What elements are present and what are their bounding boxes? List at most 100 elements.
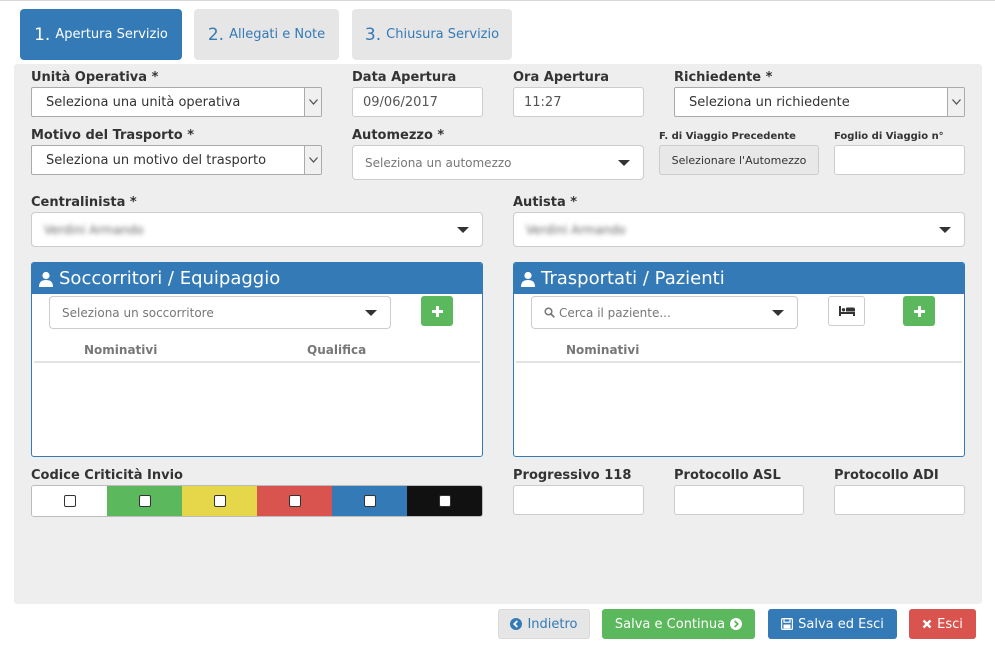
richiedente-select[interactable]: Seleziona un richiedente <box>674 87 965 117</box>
unita-operativa-select[interactable]: Seleziona una unità operativa <box>31 87 322 117</box>
chevron-down-icon <box>304 88 321 116</box>
salva-esci-button[interactable]: Salva ed Esci <box>768 609 897 639</box>
tab-number: 1. <box>34 24 51 45</box>
codice-criticita-label: Codice Criticità Invio <box>31 468 183 483</box>
top-divider <box>0 0 995 1</box>
richiedente-label: Richiedente * <box>674 70 773 85</box>
protocollo-adi-label: Protocollo ADI <box>834 468 939 483</box>
protocollo-adi-input[interactable] <box>834 485 965 515</box>
automezzo-select[interactable]: Seleziona un automezzo <box>352 145 644 180</box>
tab-allegati-note[interactable]: 2. Allegati e Note <box>194 9 339 60</box>
unita-operativa-label: Unità Operativa * <box>31 70 159 85</box>
checkbox <box>363 495 376 507</box>
trasportati-title: Trasportati / Pazienti <box>541 268 725 289</box>
tab-number: 3. <box>364 24 382 45</box>
tab-chiusura-servizio[interactable]: 3. Chiusura Servizio <box>352 9 512 60</box>
caret-down-icon <box>939 226 951 233</box>
protocollo-asl-label: Protocollo ASL <box>674 468 781 483</box>
esci-button[interactable]: Esci <box>909 609 976 639</box>
autista-value: Verdini Armando <box>526 222 626 237</box>
automezzo-label: Automezzo * <box>352 128 445 143</box>
unita-operativa-value: Seleziona una unità operativa <box>46 94 241 110</box>
ora-apertura-input[interactable]: 11:27 <box>513 87 644 117</box>
autista-select[interactable]: Verdini Armando <box>513 212 965 247</box>
user-icon <box>39 271 53 287</box>
plus-icon <box>913 305 925 317</box>
automezzo-placeholder: Seleziona un automezzo <box>365 155 512 170</box>
criticita-yellow-option[interactable] <box>182 486 257 516</box>
f-viaggio-precedente-label: F. di Viaggio Precedente <box>659 131 796 142</box>
richiedente-value: Seleziona un richiedente <box>689 94 850 110</box>
tab-label: Chiusura Servizio <box>386 27 500 42</box>
floppy-disk-icon <box>781 618 794 630</box>
soccorritore-select[interactable]: Seleziona un soccorritore <box>49 296 391 329</box>
arrow-left-circle-icon <box>510 618 523 630</box>
plus-icon <box>431 305 443 317</box>
esci-label: Esci <box>937 616 963 632</box>
caret-down-icon <box>457 226 469 233</box>
criticita-black-option[interactable] <box>407 486 482 516</box>
soccorritori-box: Soccorritori / Equipaggio <box>31 262 483 457</box>
salva-continua-button[interactable]: Salva e Continua <box>602 609 755 639</box>
caret-down-icon <box>618 159 630 166</box>
motivo-trasporto-label: Motivo del Trasporto * <box>31 128 195 143</box>
chevron-down-icon <box>304 146 321 174</box>
close-icon <box>922 619 932 629</box>
ora-apertura-value: 11:27 <box>524 94 562 110</box>
soccorritori-title: Soccorritori / Equipaggio <box>59 268 281 289</box>
tab-apertura-servizio[interactable]: 1. Apertura Servizio <box>20 9 182 60</box>
paziente-placeholder: Cerca il paziente... <box>559 305 671 320</box>
tab-label: Apertura Servizio <box>55 27 168 42</box>
foglio-viaggio-label: Foglio di Viaggio n° <box>834 131 944 142</box>
soccorritore-placeholder: Seleziona un soccorritore <box>62 305 214 320</box>
centralinista-label: Centralinista * <box>31 195 137 210</box>
data-apertura-input[interactable]: 09/06/2017 <box>352 87 483 117</box>
data-apertura-value: 09/06/2017 <box>363 94 438 110</box>
criticita-white-option[interactable] <box>32 486 107 516</box>
progressivo-118-label: Progressivo 118 <box>513 468 632 483</box>
arrow-right-circle-icon <box>730 618 743 630</box>
progressivo-118-input[interactable] <box>513 485 644 515</box>
indietro-label: Indietro <box>527 616 578 632</box>
motivo-trasporto-select[interactable]: Seleziona un motivo del trasporto <box>31 145 322 175</box>
checkbox <box>213 495 226 507</box>
soccorritori-header: Soccorritori / Equipaggio <box>32 263 482 294</box>
column-header-nominativi: Nominativi <box>84 343 158 357</box>
search-icon <box>544 307 555 318</box>
caret-down-icon <box>772 309 784 316</box>
bed-button[interactable] <box>828 296 865 326</box>
indietro-button[interactable]: Indietro <box>498 609 590 639</box>
criticita-red-option[interactable] <box>257 486 332 516</box>
protocollo-asl-input[interactable] <box>674 485 804 515</box>
criticita-blue-option[interactable] <box>332 486 407 516</box>
checkbox <box>438 495 451 507</box>
caret-down-icon <box>365 309 377 316</box>
criticita-color-group <box>31 485 483 517</box>
paziente-search-select[interactable]: Cerca il paziente... <box>531 296 798 329</box>
data-apertura-label: Data Apertura <box>352 70 457 85</box>
centralinista-select[interactable]: Verdini Armando <box>31 212 483 247</box>
criticita-green-option[interactable] <box>107 486 182 516</box>
motivo-trasporto-value: Seleziona un motivo del trasporto <box>46 152 267 168</box>
centralinista-value: Verdini Armando <box>44 222 144 237</box>
column-header-qualifica: Qualifica <box>307 343 367 357</box>
foglio-viaggio-input[interactable] <box>834 145 965 175</box>
add-paziente-button[interactable] <box>903 296 935 326</box>
seleziona-automezzo-button[interactable]: Selezionare l'Automezzo <box>659 145 819 175</box>
checkbox <box>288 495 301 507</box>
column-header-nominativi: Nominativi <box>566 343 640 357</box>
salva-continua-label: Salva e Continua <box>614 616 726 632</box>
bed-icon <box>838 306 855 316</box>
ora-apertura-label: Ora Apertura <box>513 70 610 85</box>
checkbox <box>138 495 151 507</box>
checkbox <box>63 495 76 507</box>
tab-number: 2. <box>207 24 225 45</box>
trasportati-box: Trasportati / Pazienti <box>513 262 965 457</box>
salva-esci-label: Salva ed Esci <box>798 616 884 632</box>
chevron-down-icon <box>947 88 964 116</box>
tab-label: Allegati e Note <box>229 27 326 42</box>
trasportati-header: Trasportati / Pazienti <box>514 263 964 294</box>
add-soccorritore-button[interactable] <box>421 296 453 326</box>
autista-label: Autista * <box>513 195 578 210</box>
table-header-divider <box>34 361 480 363</box>
